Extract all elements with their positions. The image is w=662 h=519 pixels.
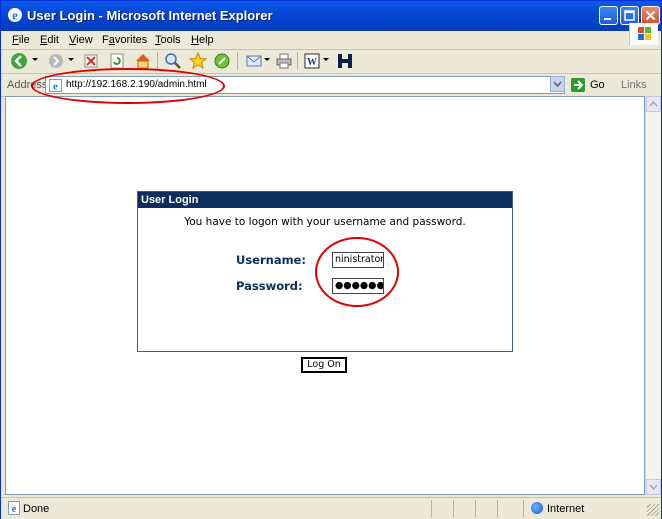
mail-dropdown-icon[interactable] [264, 58, 270, 61]
title-bar: e User Login - Microsoft Internet Explor… [1, 1, 661, 31]
chevron-down-icon [649, 484, 658, 491]
media-icon [214, 53, 230, 69]
status-text: Done [23, 503, 50, 515]
printer-icon [276, 53, 292, 69]
menu-help-label: elp [198, 34, 214, 46]
chevron-down-icon [553, 81, 562, 88]
security-zone: Internet [547, 503, 585, 515]
favorites-button[interactable] [188, 51, 208, 71]
menu-tools[interactable]: Tools [155, 34, 181, 46]
toolbar-separator [297, 52, 298, 70]
vertical-scrollbar[interactable] [645, 96, 661, 495]
address-annotation-circle [31, 68, 225, 104]
back-dropdown-icon[interactable] [32, 58, 38, 61]
window-title: User Login - Microsoft Internet Explorer [27, 8, 273, 23]
edit-dropdown-icon[interactable] [323, 58, 329, 61]
maximize-icon [624, 10, 635, 21]
menu-bar: File Edit View Favorites Tools Help [1, 31, 661, 50]
svg-text:e: e [12, 8, 18, 23]
forward-dropdown-icon[interactable] [68, 58, 74, 61]
mail-button[interactable] [244, 51, 264, 71]
go-arrow-icon [574, 80, 584, 90]
menu-view-label: iew [76, 34, 93, 46]
menu-edit[interactable]: Edit [40, 34, 59, 46]
log-on-button[interactable]: Log On [301, 357, 347, 373]
back-arrow-icon [11, 53, 27, 69]
ie-icon: e [8, 8, 22, 23]
username-label: Username: [236, 253, 306, 267]
back-button[interactable] [9, 51, 29, 71]
media-button[interactable] [212, 51, 232, 71]
menu-view[interactable]: View [69, 34, 93, 46]
search-button[interactable] [163, 51, 183, 71]
menu-tools-label: ools [160, 34, 181, 46]
menu-edit-label: dit [47, 34, 59, 46]
login-instruction: You have to logon with your username and… [184, 216, 466, 228]
menu-help[interactable]: Help [191, 34, 214, 46]
minimize-icon [604, 18, 611, 20]
toolbar-separator [157, 52, 158, 70]
scroll-down-button[interactable] [646, 479, 661, 495]
menu-file-label: ile [18, 34, 30, 46]
h-letter-icon [338, 54, 352, 68]
browser-window: e User Login - Microsoft Internet Explor… [0, 0, 662, 519]
status-bar: e Done Internet [1, 497, 661, 519]
go-button[interactable] [571, 78, 585, 92]
toolbar-separator [237, 52, 238, 70]
svg-text:e: e [12, 504, 17, 515]
resize-grip[interactable] [647, 504, 659, 516]
links-label[interactable]: Links [621, 79, 647, 91]
windows-flag-icon [638, 27, 651, 40]
menu-favorites-prefix: F [102, 34, 109, 46]
status-separator [497, 500, 498, 517]
menu-file[interactable]: File [12, 34, 30, 46]
status-separator [523, 500, 524, 517]
menu-help-hotkey: H [191, 34, 199, 46]
mail-icon [246, 55, 262, 67]
fields-annotation-circle [315, 237, 399, 307]
svg-text:W: W [307, 57, 317, 68]
minimize-button[interactable] [599, 6, 618, 25]
close-icon [645, 10, 656, 21]
forward-arrow-icon [49, 54, 63, 68]
page-done-icon: e [8, 501, 20, 515]
word-icon: W [304, 53, 320, 69]
search-icon [165, 53, 181, 69]
windows-logo [629, 23, 658, 45]
menu-favorites-label: vorites [114, 34, 148, 46]
menu-file-hotkey: F [12, 34, 19, 46]
status-separator [453, 500, 454, 517]
research-button[interactable] [335, 51, 355, 71]
print-button[interactable] [274, 51, 294, 71]
star-icon [188, 51, 208, 70]
scroll-up-button[interactable] [646, 96, 661, 112]
chevron-up-icon [649, 100, 658, 107]
edit-button[interactable]: W [302, 51, 322, 71]
menu-favorites[interactable]: Favorites [102, 34, 147, 46]
status-separator [475, 500, 476, 517]
password-label: Password: [236, 279, 303, 293]
internet-globe-icon [531, 502, 543, 514]
go-label[interactable]: Go [590, 79, 605, 91]
status-separator [431, 500, 432, 517]
login-panel-header: User Login [138, 192, 512, 208]
forward-button[interactable] [46, 51, 66, 71]
address-dropdown-button[interactable] [550, 76, 565, 92]
